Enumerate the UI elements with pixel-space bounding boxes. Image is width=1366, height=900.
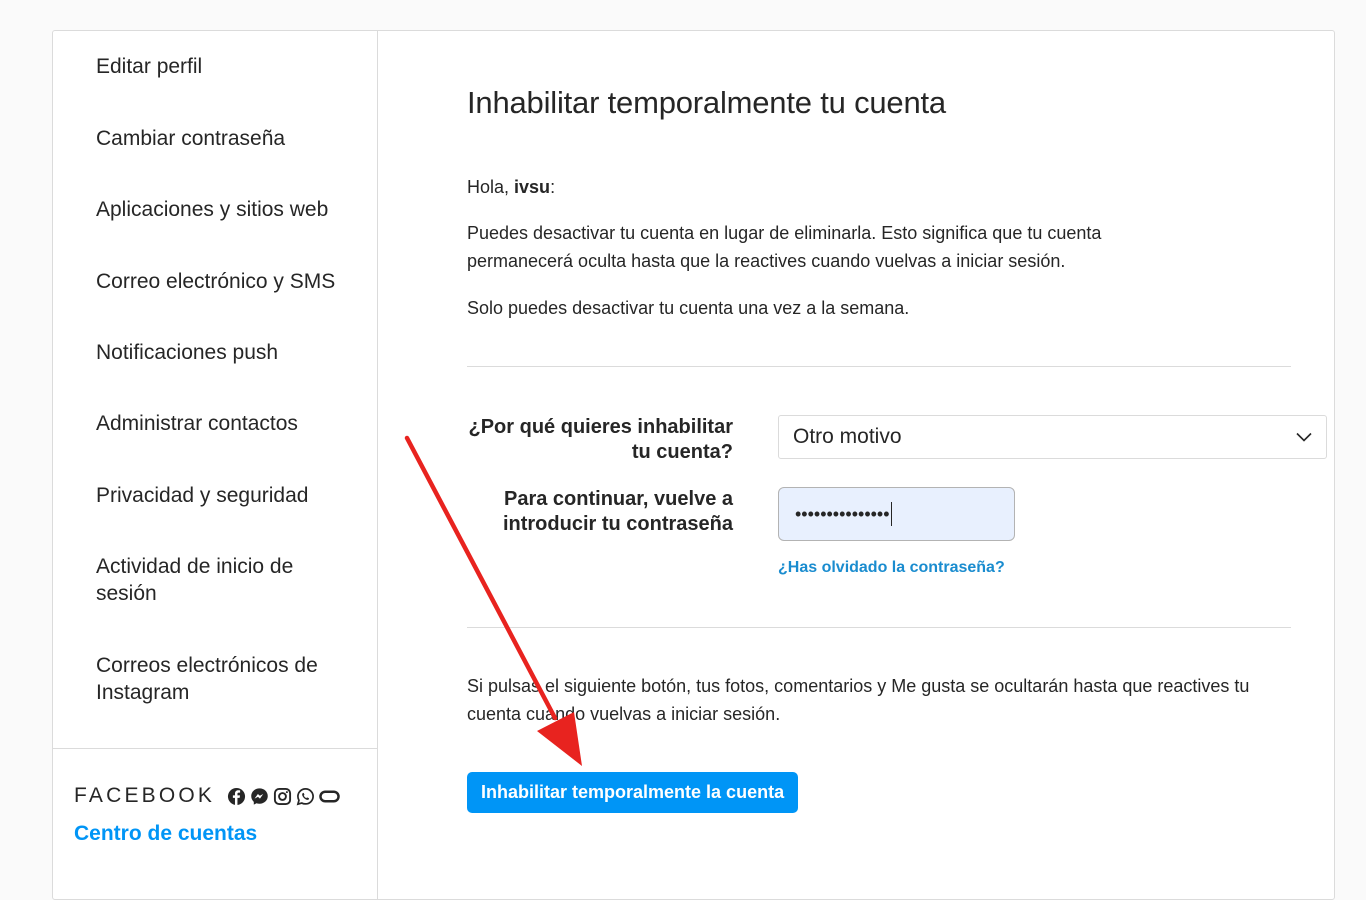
deactivate-account-panel: Inhabilitar temporalmente tu cuenta Hola… (467, 31, 1327, 899)
sidebar-divider (53, 748, 377, 749)
deactivate-explanation: Puedes desactivar tu cuenta en lugar de … (467, 223, 1102, 271)
greeting: Hola, ivsu: (467, 175, 555, 199)
page-title: Inhabilitar temporalmente tu cuenta (467, 85, 946, 120)
password-label: Para continuar, vuelve a introducir tu c… (502, 488, 733, 535)
greeting-suffix: : (550, 177, 556, 197)
password-input[interactable]: ••••••••••••••• (778, 487, 1015, 541)
whatsapp-icon (296, 787, 315, 805)
deactivate-warning: Si pulsas el siguiente botón, tus fotos,… (467, 676, 1250, 724)
password-input-value: ••••••••••••••• (795, 503, 890, 524)
sidebar-item-email-sms[interactable]: Correo electrónico y SMS (96, 268, 366, 295)
sidebar-item-edit-profile[interactable]: Editar perfil (96, 53, 366, 80)
sidebar-item-push-notifications[interactable]: Notificaciones push (96, 339, 366, 366)
forgot-password-link[interactable]: ¿Has olvidado la contraseña? (778, 559, 1005, 577)
meta-apps-icons (227, 787, 340, 806)
facebook-icon (228, 787, 246, 805)
settings-sidebar: Editar perfil Cambiar contraseña Aplicac… (53, 31, 378, 899)
sidebar-item-login-activity[interactable]: Actividad de inicio de sesión (96, 553, 326, 607)
facebook-wordmark: FACEBOOK (74, 784, 216, 807)
section-divider-2 (467, 627, 1291, 628)
text-caret (890, 502, 892, 526)
sidebar-item-change-password[interactable]: Cambiar contraseña (96, 125, 366, 152)
sidebar-item-privacy-security[interactable]: Privacidad y seguridad (96, 482, 366, 509)
reason-select[interactable]: Otro motivo (778, 415, 1327, 459)
oculus-icon (319, 790, 340, 802)
sidebar-item-apps-websites[interactable]: Aplicaciones y sitios web (96, 196, 366, 223)
deactivate-account-button[interactable]: Inhabilitar temporalmente la cuenta (467, 772, 799, 813)
chevron-down-icon (1296, 432, 1312, 442)
weekly-limit-note: Solo puedes desactivar tu cuenta una vez… (467, 298, 910, 318)
reason-select-value: Otro motivo (793, 425, 902, 448)
sidebar-item-instagram-emails[interactable]: Correos electrónicos de Instagram (96, 652, 346, 706)
greeting-prefix: Hola, (467, 177, 515, 197)
username: ivsu (514, 177, 551, 197)
accounts-center-link[interactable]: Centro de cuentas (74, 822, 257, 846)
settings-card: Editar perfil Cambiar contraseña Aplicac… (52, 30, 1335, 900)
messenger-icon (251, 787, 268, 805)
instagram-icon (274, 787, 292, 805)
facebook-brand-row: FACEBOOK (74, 784, 340, 808)
section-divider (467, 366, 1291, 367)
sidebar-item-manage-contacts[interactable]: Administrar contactos (96, 410, 366, 437)
reason-label: ¿Por qué quieres inhabilitar tu cuenta? (468, 416, 734, 463)
